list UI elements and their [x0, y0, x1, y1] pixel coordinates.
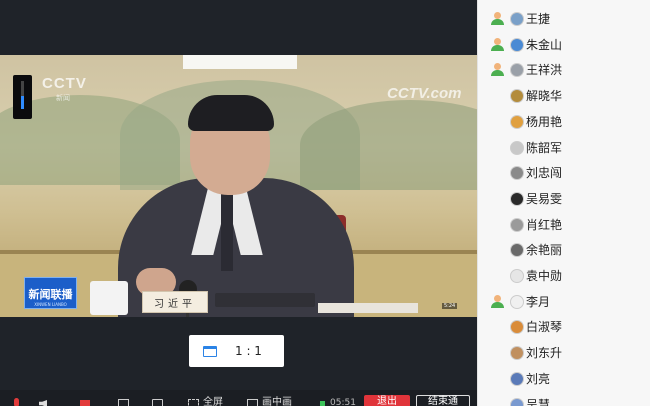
participant-name: 朱金山: [526, 37, 563, 52]
participant-name: 白淑琴: [526, 320, 563, 335]
leave-button[interactable]: 退出: [364, 395, 410, 406]
cctv-channel-label: 新闻: [56, 94, 70, 102]
avatar: [510, 191, 524, 206]
participant-row[interactable]: 李月: [478, 289, 650, 315]
participant-name: 余艳丽: [526, 243, 563, 258]
participant-row[interactable]: 杨用艳: [478, 109, 650, 135]
volume-level: [21, 96, 24, 109]
avatar: [510, 37, 524, 52]
participant-name: 刘忠闯: [526, 166, 563, 181]
mic-muted-icon[interactable]: [12, 398, 22, 406]
speaker-icon[interactable]: [38, 398, 48, 406]
participant-row[interactable]: 刘忠闯: [478, 160, 650, 186]
avatar: [510, 397, 524, 406]
participant-row[interactable]: 刘东升: [478, 340, 650, 366]
participant-name: 刘亮: [526, 371, 551, 386]
avatar: [510, 140, 524, 155]
avatar: [510, 12, 524, 26]
participant-row[interactable]: 朱金山: [478, 32, 650, 58]
participant-row[interactable]: 吴易雯: [478, 186, 650, 212]
papers: [318, 303, 418, 313]
participant-row[interactable]: 袁中勋: [478, 263, 650, 289]
end-call-button[interactable]: 结束通: [416, 395, 470, 406]
participant-name: 刘东升: [526, 346, 563, 361]
tea-cup: [90, 281, 128, 315]
participant-row[interactable]: 陈韶军: [478, 135, 650, 161]
window-icon: [203, 345, 217, 357]
picture-in-picture-button[interactable]: 画中画: [262, 398, 292, 406]
avatar: [510, 166, 524, 181]
participant-name: 陈韶军: [526, 140, 563, 155]
camera-off-icon[interactable]: [80, 398, 90, 406]
participant-row[interactable]: 白淑琴: [478, 314, 650, 340]
avatar: [510, 89, 524, 104]
participant-name: 吴易雯: [526, 191, 563, 206]
participant-list: 王捷朱金山王祥洪解晓华杨用艳陈韶军刘忠闯吴易雯肖红艳余艳丽袁中勋李月白淑琴刘东升…: [477, 0, 650, 406]
participant-name: 李月: [526, 294, 551, 309]
participant-name: 解晓华: [526, 89, 563, 104]
participant-row[interactable]: 王捷: [478, 6, 650, 32]
participant-row[interactable]: 余艳丽: [478, 237, 650, 263]
avatar: [510, 294, 524, 309]
avatar: [510, 243, 524, 258]
fullscreen-button[interactable]: 全屏: [203, 398, 223, 406]
laptop: [215, 293, 315, 307]
speaker-hair: [188, 95, 274, 131]
participant-name: 吴慧: [526, 397, 551, 406]
call-duration: 05:51: [330, 398, 356, 406]
avatar: [510, 346, 524, 361]
volume-indicator[interactable]: [13, 75, 32, 119]
host-role-icon: [491, 63, 504, 77]
signal-icon: [318, 398, 328, 406]
participant-name: 杨用艳: [526, 114, 563, 129]
news-logo-subtitle: XINWEN LIANBO: [34, 302, 67, 307]
aspect-ratio-button[interactable]: 1 : 1: [189, 335, 284, 367]
avatar: [510, 63, 524, 78]
video-stage: CCTV 新闻 CCTV.com 习近平 新闻联播 XINWEN LIANBO …: [0, 0, 477, 406]
aspect-ratio-label: 1 : 1: [235, 344, 262, 358]
participant-name: 王捷: [526, 12, 551, 26]
video-feed[interactable]: CCTV 新闻 CCTV.com 习近平 新闻联播 XINWEN LIANBO …: [0, 55, 477, 317]
host-role-icon: [491, 12, 504, 25]
participant-name: 王祥洪: [526, 63, 563, 78]
avatar: [510, 320, 524, 335]
participant-row[interactable]: 解晓华: [478, 83, 650, 109]
news-program-logo: 新闻联播 XINWEN LIANBO: [24, 277, 77, 309]
host-role-icon: [491, 294, 504, 308]
avatar: [510, 371, 524, 386]
record-icon[interactable]: [152, 398, 163, 406]
picture-in-picture-icon[interactable]: [247, 398, 258, 406]
news-logo-title: 新闻联播: [28, 288, 73, 301]
cctv-logo: CCTV: [42, 75, 87, 92]
avatar: [510, 217, 524, 232]
participant-row[interactable]: 吴慧: [478, 392, 650, 406]
participant-name: 袁中勋: [526, 269, 563, 283]
cctv-watermark: CCTV.com: [387, 85, 462, 102]
avatar: [510, 269, 524, 283]
top-caption-bar: [183, 55, 297, 69]
share-screen-icon[interactable]: [118, 398, 129, 406]
participant-row[interactable]: 王祥洪: [478, 57, 650, 83]
avatar: [510, 114, 524, 129]
speaker-tie: [221, 191, 233, 271]
participant-name: 肖红艳: [526, 217, 563, 232]
participant-row[interactable]: 肖红艳: [478, 212, 650, 238]
participant-row[interactable]: 刘亮: [478, 366, 650, 392]
nameplate: 习近平: [142, 291, 208, 313]
video-timestamp: 5:24: [442, 303, 458, 309]
fullscreen-icon[interactable]: [188, 398, 199, 406]
host-role-icon: [491, 37, 504, 51]
